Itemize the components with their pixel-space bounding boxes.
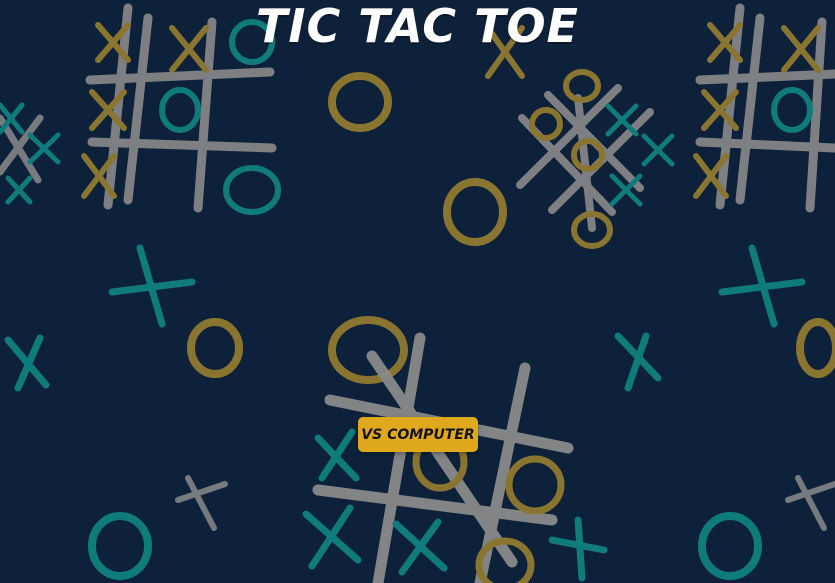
o-mark-icon — [187, 72, 835, 384]
o-mark-icon — [771, 87, 813, 133]
game-screen: TIC TAC TOE VS COMPUTER — [0, 0, 835, 583]
game-title: TIC TAC TOE — [256, 0, 579, 53]
background-pattern — [0, 3, 835, 583]
x-mark-icon — [0, 102, 61, 205]
vs-computer-button[interactable]: VS COMPUTER — [358, 417, 478, 452]
x-mark-icon — [4, 244, 806, 392]
